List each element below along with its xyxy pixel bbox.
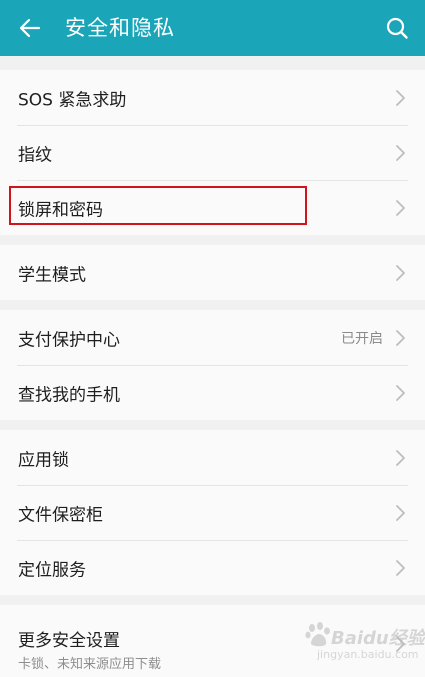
status-text: 已开启	[341, 330, 383, 347]
list-item-payment-protection[interactable]: 支付保护中心 已开启	[0, 310, 425, 365]
search-icon	[386, 17, 408, 39]
settings-screen: 安全和隐私 SOS 紧急求助 指纹 锁屏和密码 学生模式 支付保护中心 已开启 …	[0, 0, 425, 677]
list-item-student-mode[interactable]: 学生模式	[0, 245, 425, 300]
item-label: 应用锁	[18, 450, 69, 470]
chevron-right-icon	[396, 89, 405, 106]
item-label: 定位服务	[18, 560, 86, 580]
search-button[interactable]	[381, 12, 413, 44]
settings-group-more: 更多安全设置 卡锁、未知来源应用下载	[0, 605, 425, 677]
item-label: 学生模式	[18, 265, 86, 285]
item-label: 文件保密柜	[18, 505, 103, 525]
chevron-right-icon	[396, 264, 405, 281]
chevron-right-icon	[396, 329, 405, 346]
app-bar: 安全和隐私	[0, 0, 425, 56]
list-item-lock-screen-password[interactable]: 锁屏和密码	[0, 180, 425, 235]
item-label: 更多安全设置	[18, 631, 120, 651]
list-item-app-lock[interactable]: 应用锁	[0, 430, 425, 485]
item-label: 指纹	[18, 145, 52, 165]
chevron-right-icon	[396, 384, 405, 401]
settings-group-payment: 支付保护中心 已开启 查找我的手机	[0, 310, 425, 420]
item-subtitle: 卡锁、未知来源应用下载	[18, 657, 162, 672]
chevron-right-icon	[396, 449, 405, 466]
list-item-file-safe[interactable]: 文件保密柜	[0, 485, 425, 540]
page-title: 安全和隐私	[65, 16, 175, 40]
chevron-right-icon	[396, 144, 405, 161]
item-label: SOS 紧急求助	[18, 90, 127, 110]
settings-group-apps: 应用锁 文件保密柜 定位服务	[0, 430, 425, 595]
arrow-left-icon	[19, 18, 41, 38]
list-item-location-services[interactable]: 定位服务	[0, 540, 425, 595]
list-item-more-security[interactable]: 更多安全设置 卡锁、未知来源应用下载	[0, 605, 425, 677]
chevron-right-icon	[396, 636, 405, 652]
chevron-right-icon	[396, 199, 405, 216]
item-label: 查找我的手机	[18, 385, 120, 405]
item-label: 锁屏和密码	[18, 200, 103, 220]
item-label: 支付保护中心	[18, 330, 120, 350]
back-button[interactable]	[14, 12, 46, 44]
chevron-right-icon	[396, 559, 405, 576]
chevron-right-icon	[396, 504, 405, 521]
list-item-sos[interactable]: SOS 紧急求助	[0, 70, 425, 125]
settings-group-student: 学生模式	[0, 245, 425, 300]
settings-group-security: SOS 紧急求助 指纹 锁屏和密码	[0, 70, 425, 235]
list-item-find-my-phone[interactable]: 查找我的手机	[0, 365, 425, 420]
list-item-fingerprint[interactable]: 指纹	[0, 125, 425, 180]
